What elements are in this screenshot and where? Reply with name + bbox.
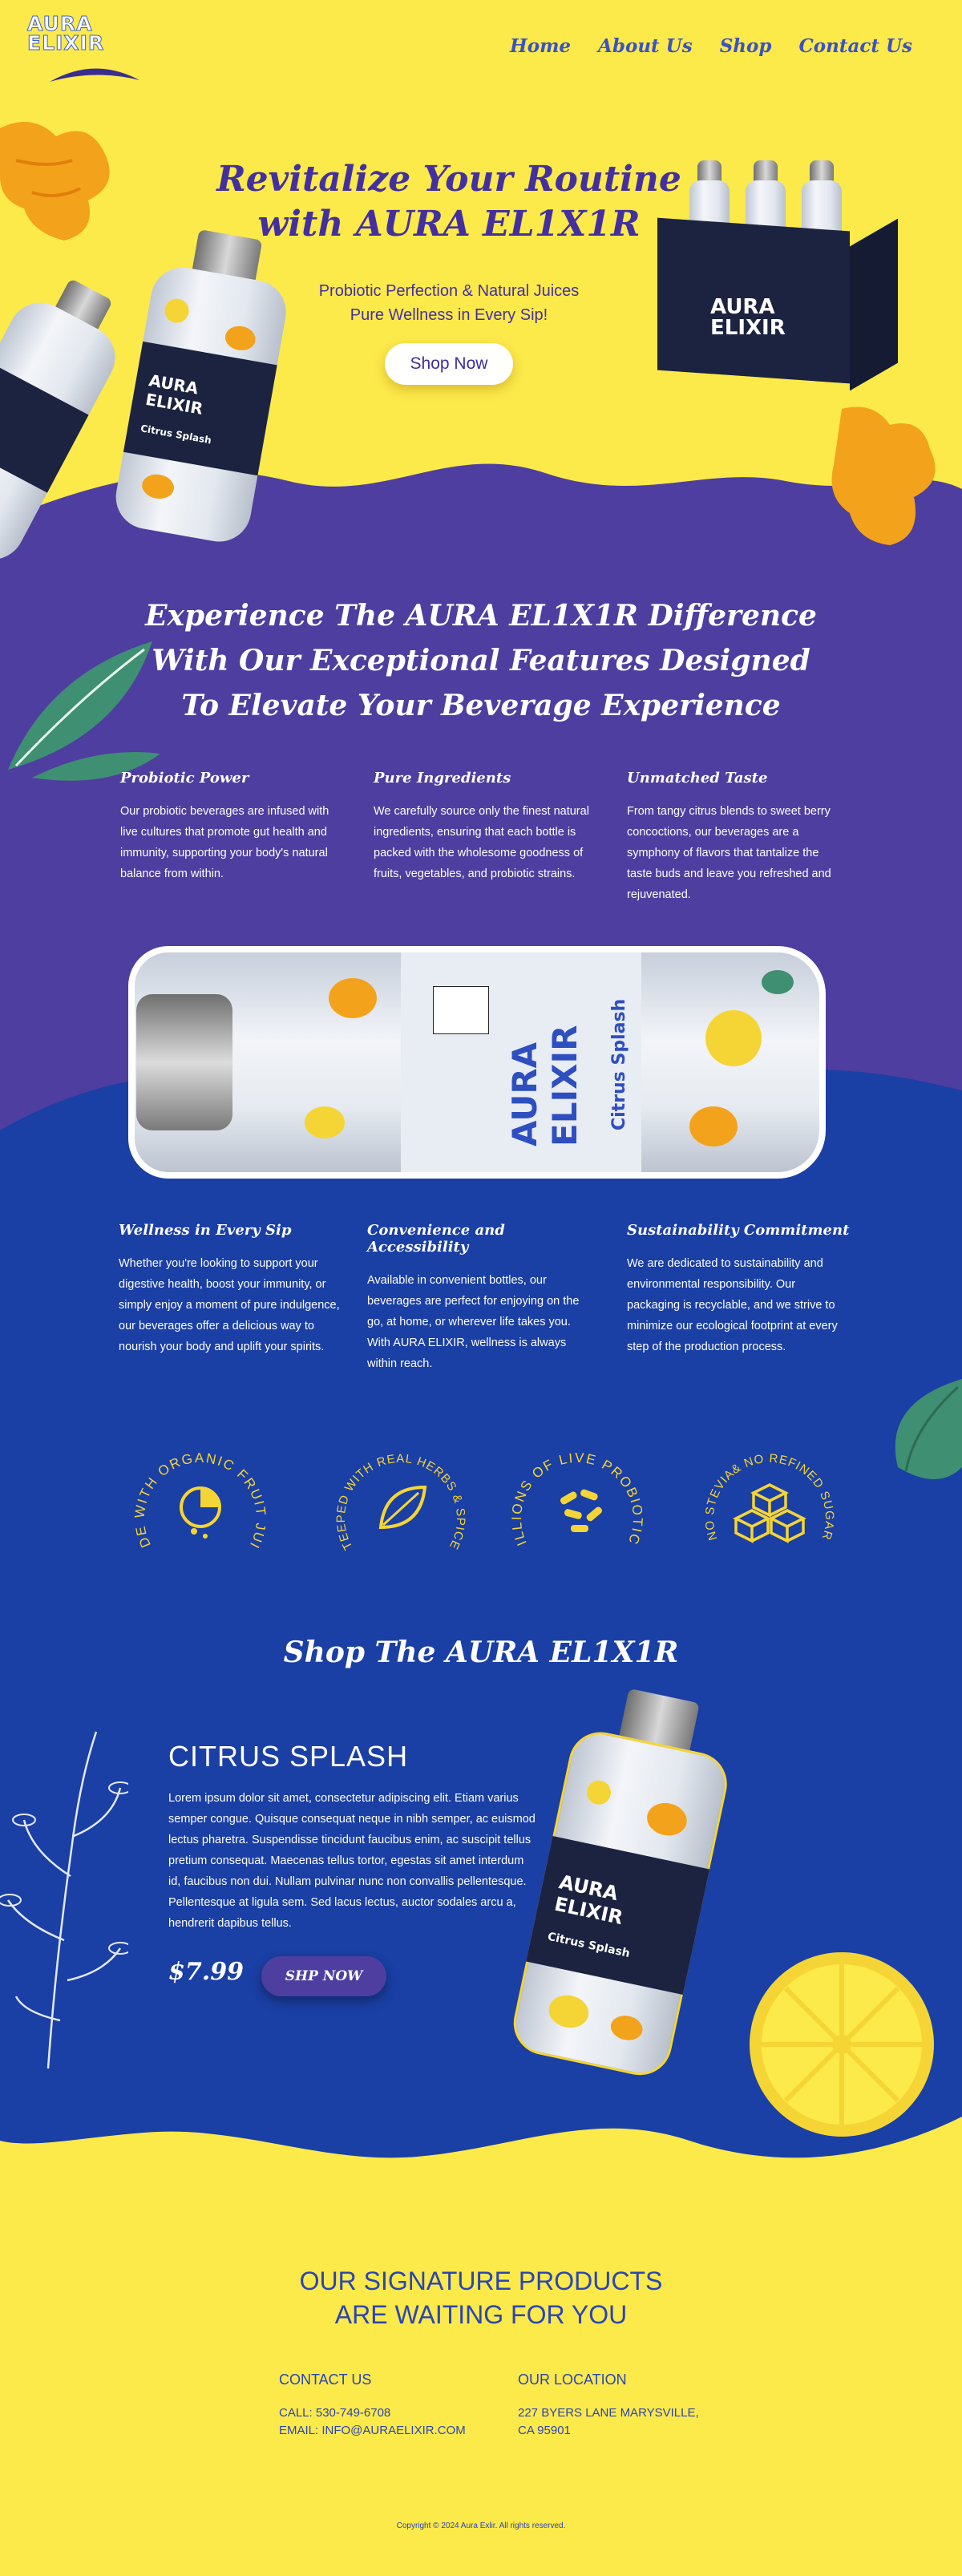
featured-bottle-brand-line1: AURA bbox=[505, 1041, 544, 1146]
contact-block: CONTACT US CALL: 530-749-6708 EMAIL: INF… bbox=[279, 2372, 466, 2440]
main-nav: Home About Us Shop Contact Us bbox=[510, 35, 912, 57]
badge-no-sugar: NO STEVIA& NO REFINED SUGAR bbox=[703, 1452, 836, 1543]
location-line2: CA 95901 bbox=[518, 2424, 571, 2437]
feature-text: Available in convenient bottles, our bev… bbox=[367, 1274, 580, 1370]
feature-title: Unmatched Taste bbox=[627, 770, 768, 787]
feature-title: Probiotic Power bbox=[120, 770, 249, 787]
hero-subtitle: Probiotic Perfection & Natural Juices Pu… bbox=[265, 279, 633, 327]
hero-bottle-flavor: Citrus Splash bbox=[139, 423, 212, 447]
shop-now-button[interactable]: Shop Now bbox=[385, 343, 513, 385]
contact-email[interactable]: EMAIL: INFO@AURAELIXIR.COM bbox=[279, 2422, 466, 2440]
nav-about-us[interactable]: About Us bbox=[598, 35, 693, 57]
product-description: Lorem ipsum dolor sit amet, consectetur … bbox=[168, 1792, 536, 1930]
signature-headline-line2: ARE WAITING FOR YOU bbox=[334, 2300, 628, 2329]
leaf-icon-right bbox=[895, 1379, 962, 1479]
feature-title: Pure Ingredients bbox=[374, 770, 511, 787]
featured-bottle-flavor: Citrus Splash bbox=[609, 999, 629, 1130]
feature-text: We carefully source only the finest natu… bbox=[374, 805, 589, 880]
sugar-cubes-icon bbox=[733, 1483, 806, 1543]
signature-headline-line1: OUR SIGNATURE PRODUCTS bbox=[299, 2267, 663, 2295]
svg-text:NO STEVIA& NO REFINED SUGAR: NO STEVIA& NO REFINED SUGAR bbox=[703, 1452, 836, 1542]
herb-sprig-icon bbox=[0, 1731, 128, 2068]
badge-herbs-spices: STEEPED WITH REAL HERBS & SPICES bbox=[321, 1427, 467, 1552]
product-name: CITRUS SPLASH bbox=[168, 1740, 409, 1773]
box-logo-line2: ELIXIR bbox=[710, 316, 786, 340]
featured-bottle-brand-2: ELIXIR bbox=[545, 1025, 584, 1146]
shop-bottle-flavor: Citrus Splash bbox=[546, 1930, 632, 1960]
feature-text: Our probiotic beverages are infused with… bbox=[120, 805, 329, 880]
shop-title: Shop The AURA EL1X1R bbox=[283, 1636, 679, 1669]
svg-text:STEEPED WITH REAL HERBS & SPIC: STEEPED WITH REAL HERBS & SPICES bbox=[321, 1427, 467, 1552]
hero-subtitle-line1: Probiotic Perfection & Natural Juices bbox=[318, 282, 580, 300]
featured-bottle-flavor-text: Citrus Splash bbox=[609, 998, 629, 1130]
features-title: Experience The AURA EL1X1R Difference Wi… bbox=[145, 599, 817, 722]
feature-text: From tangy citrus blends to sweet berry … bbox=[627, 805, 831, 901]
location-title: OUR LOCATION bbox=[518, 2372, 627, 2388]
ginger-icon bbox=[0, 122, 110, 241]
lemon-slice-icon bbox=[180, 1486, 221, 1539]
feature-title: Wellness in Every Sip bbox=[119, 1222, 292, 1239]
feature-convenience: Convenience and Accessibility Available … bbox=[367, 1222, 592, 1374]
badge-organic-fruit: MADE WITH ORGANIC FRUIT JUICE bbox=[120, 1427, 267, 1552]
lemon-slice-decoration-icon bbox=[750, 1952, 934, 2137]
hero-title: Revitalize Your Routine with AURA EL1X1R bbox=[216, 159, 681, 245]
feature-wellness: Wellness in Every Sip Whether you're loo… bbox=[119, 1222, 343, 1357]
badge-probiotics: BILLIONS OF LIVE PROBIOTICS bbox=[497, 1427, 644, 1548]
location-line1: 227 BYERS LANE MARYSVILLE, bbox=[518, 2406, 699, 2420]
six-pack-box: AURA ELIXIR bbox=[657, 152, 898, 393]
logo-line2: ELIXIR bbox=[27, 31, 105, 55]
contact-phone[interactable]: CALL: 530-749-6708 bbox=[279, 2404, 466, 2422]
featured-bottle-brand: AURA bbox=[505, 1042, 544, 1146]
badge-text: NO STEVIA& NO REFINED SUGAR bbox=[703, 1452, 835, 1542]
nav-contact-us[interactable]: Contact Us bbox=[798, 35, 912, 57]
brand-logo[interactable]: AURA ELIXIR bbox=[27, 14, 148, 87]
ginger-icon-right bbox=[831, 406, 936, 545]
feature-sustainability: Sustainability Commitment We are dedicat… bbox=[627, 1222, 851, 1357]
feature-text: We are dedicated to sustainability and e… bbox=[627, 1257, 838, 1353]
probiotics-icon bbox=[560, 1489, 603, 1532]
leaf-icon bbox=[378, 1485, 427, 1530]
feature-probiotic-power: Probiotic Power Our probiotic beverages … bbox=[120, 770, 337, 884]
nav-home[interactable]: Home bbox=[510, 35, 571, 57]
product-price: $7.99 bbox=[168, 1958, 244, 1986]
copyright: Copyright © 2024 Aura Exlir. All rights … bbox=[396, 2521, 566, 2530]
feature-text: Whether you're looking to support your d… bbox=[119, 1257, 340, 1353]
feature-pure-ingredients: Pure Ingredients We carefully source onl… bbox=[374, 770, 590, 884]
hero-subtitle-line2: Pure Wellness in Every Sip! bbox=[350, 306, 548, 324]
box-logo: AURA ELIXIR bbox=[710, 297, 786, 338]
ship-now-button[interactable]: SHP NOW bbox=[261, 1956, 386, 1996]
feature-unmatched-taste: Unmatched Taste From tangy citrus blends… bbox=[627, 770, 843, 905]
page: AURA ELIXIR Home About Us Shop Contact U… bbox=[0, 0, 962, 2576]
featured-bottle: AURA ELIXIR Citrus Splash bbox=[128, 946, 826, 1179]
contact-title: CONTACT US bbox=[279, 2372, 372, 2388]
nav-shop[interactable]: Shop bbox=[720, 35, 772, 57]
badge-text: STEEPED WITH REAL HERBS & SPICES bbox=[321, 1427, 467, 1552]
feature-title: Convenience and Accessibility bbox=[367, 1222, 505, 1256]
signature-headline: OUR SIGNATURE PRODUCTS ARE WAITING FOR Y… bbox=[240, 2264, 722, 2331]
featured-bottle-brand-line2: ELIXIR bbox=[545, 1025, 584, 1146]
logo-swoosh-icon bbox=[50, 68, 139, 82]
feature-title: Sustainability Commitment bbox=[627, 1222, 850, 1239]
location-block: OUR LOCATION 227 BYERS LANE MARYSVILLE, … bbox=[518, 2372, 699, 2440]
